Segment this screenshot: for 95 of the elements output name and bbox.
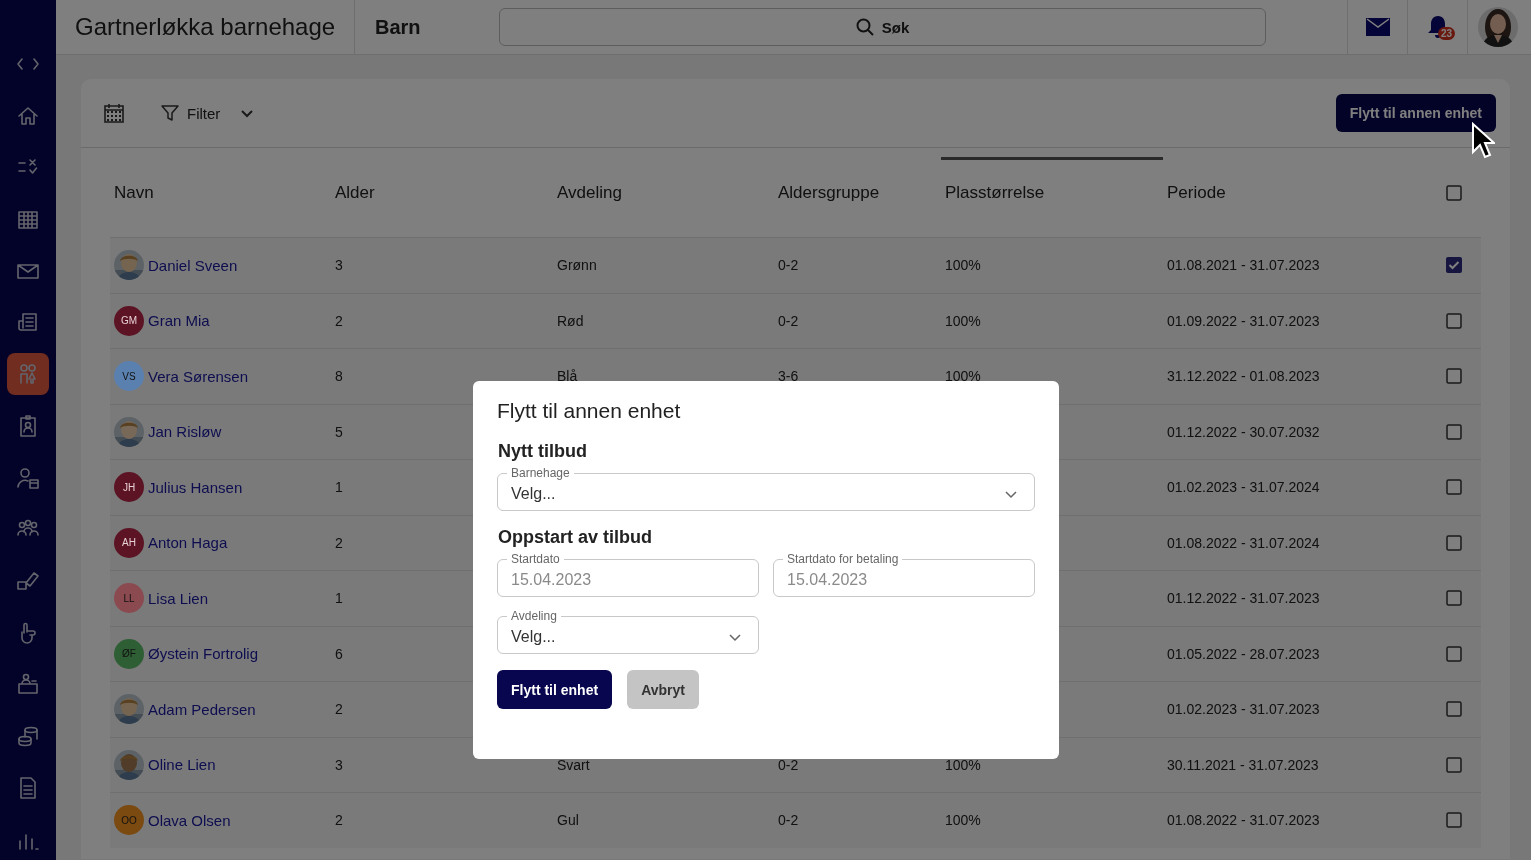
checkbox[interactable]: [1446, 701, 1462, 718]
sidebar-item[interactable]: [7, 353, 49, 396]
table-cell-text: 01.02.2023 - 31.07.2024: [1166, 479, 1321, 496]
search-field[interactable]: Søk: [499, 8, 1266, 46]
column-header[interactable]: Navn: [110, 148, 331, 237]
select-field[interactable]: Barnehage Velg...: [497, 466, 1035, 511]
person-calendar-icon[interactable]: [16, 465, 40, 490]
mail-icon[interactable]: [1365, 18, 1390, 36]
initials-avatar: AH: [114, 527, 144, 558]
checkbox[interactable]: [1446, 479, 1462, 496]
child-name-link[interactable]: Gran Mia: [148, 312, 210, 330]
child-name-link[interactable]: Øystein Fortrolig: [148, 645, 259, 663]
checkbox[interactable]: [1446, 534, 1462, 551]
select-field[interactable]: Avdeling Velg...: [497, 609, 759, 654]
table-cell-text: 01.08.2022 - 31.07.2024: [1166, 534, 1321, 551]
cancel-button[interactable]: Avbryt: [627, 670, 699, 709]
table-cell-text: 1: [334, 479, 344, 496]
search-icon: [855, 18, 874, 36]
section-heading: Nytt tilbud: [498, 441, 588, 462]
table-cell-text: 2: [334, 312, 344, 329]
child-name-link[interactable]: Anton Haga: [148, 534, 228, 552]
checkbox[interactable]: [1446, 812, 1462, 829]
checkbox[interactable]: [1446, 756, 1462, 773]
table-cell-text: 31.12.2022 - 01.08.2023: [1166, 368, 1321, 385]
table-cell-text: Rød: [556, 312, 585, 329]
child-name-link[interactable]: Jan Risløw: [148, 423, 222, 441]
column-header[interactable]: Plasstørrelse: [941, 156, 1163, 226]
table-cell-text: 100%: [944, 756, 982, 773]
table-cell-text: 2: [334, 701, 344, 718]
table-cell-text: Svart: [556, 756, 591, 773]
filter-icon: [161, 104, 179, 122]
checkbox[interactable]: [1446, 368, 1462, 385]
checkbox[interactable]: [1446, 590, 1462, 607]
table-cell-text: 0-2: [777, 257, 800, 274]
checkbox[interactable]: [1446, 645, 1462, 662]
table-cell-text: 0-2: [777, 756, 800, 773]
table-cell-text: 8: [334, 368, 344, 385]
move-unit-button[interactable]: Flytt til annen enhet: [1335, 94, 1496, 132]
child-name-link[interactable]: Daniel Sveen: [148, 256, 238, 274]
child-name-link[interactable]: Olava Olsen: [148, 811, 231, 829]
submit-button[interactable]: Flytt til enhet: [497, 670, 613, 709]
table-cell-text: 100%: [944, 312, 982, 329]
table-cell-text: 01.08.2021 - 31.07.2023: [1166, 257, 1321, 274]
app-title: Gartnerløkka barnehage: [56, 0, 355, 55]
table-cell-text: Blå: [556, 368, 579, 385]
desk-person-icon[interactable]: [16, 672, 40, 697]
table-cell-text: 01.02.2023 - 31.07.2023: [1166, 701, 1321, 718]
checkbox[interactable]: [1446, 312, 1462, 329]
table-cell-text: 2: [334, 812, 344, 829]
child-name-link[interactable]: Adam Pedersen: [148, 700, 256, 718]
table-cell-text: 01.08.2022 - 31.07.2023: [1166, 812, 1321, 829]
calendar-icon[interactable]: [103, 102, 125, 124]
table-cell-text: 30.11.2021 - 31.07.2023: [1166, 756, 1320, 773]
table-cell-text: 01.05.2022 - 28.07.2023: [1166, 645, 1321, 662]
table-cell-text: Grønn: [556, 257, 598, 274]
filter-button[interactable]: Filter: [155, 103, 261, 123]
column-header[interactable]: Avdeling: [553, 148, 774, 237]
table-cell-text: 01.12.2022 - 30.07.2032: [1166, 423, 1321, 440]
table-cell-text: 3: [334, 257, 344, 274]
child-name-link[interactable]: Lisa Lien: [148, 589, 209, 607]
table-cell-text: 01.09.2022 - 31.07.2023: [1166, 312, 1321, 329]
table-cell-text: 3-6: [777, 368, 800, 385]
initials-avatar: ØF: [114, 638, 144, 669]
section-heading: Oppstart av tilbud: [498, 527, 653, 548]
column-header[interactable]: Aldersgruppe: [774, 148, 941, 237]
table-cell-text: 1: [334, 590, 344, 607]
table-cell-text: 100%: [944, 257, 982, 274]
table-cell-text: 6: [334, 645, 344, 662]
initials-avatar: JH: [114, 472, 144, 503]
table-cell-text: 0-2: [777, 812, 800, 829]
checkbox[interactable]: [1446, 423, 1462, 440]
initials-avatar: OO: [114, 805, 144, 836]
child-name-link[interactable]: Oline Lien: [148, 756, 216, 774]
column-header[interactable]: Periode: [1163, 148, 1415, 237]
page-title: Barn: [374, 15, 422, 39]
table-cell-text: 100%: [944, 368, 982, 385]
child-name-link[interactable]: Julius Hansen: [148, 478, 243, 496]
table-cell-text: 01.12.2022 - 31.07.2023: [1166, 590, 1321, 607]
column-header[interactable]: Alder: [331, 148, 553, 237]
table-cell-text: 5: [334, 423, 344, 440]
table-cell-text: 2: [334, 534, 344, 551]
initials-avatar: LL: [114, 583, 144, 614]
initials-avatar: GM: [114, 305, 144, 336]
checkbox[interactable]: [1446, 184, 1462, 201]
notification-badge: 23: [1438, 26, 1456, 40]
search-placeholder: Søk: [881, 18, 910, 36]
dialog-title: Flytt til annen enhet: [497, 399, 682, 423]
table-cell-text: 3: [334, 756, 344, 773]
pointer-icon: [1471, 122, 1495, 160]
checkbox[interactable]: [1446, 257, 1462, 274]
child-name-link[interactable]: Vera Sørensen: [148, 367, 249, 385]
table-cell-text: 100%: [944, 812, 982, 829]
table-cell-text: Gul: [556, 812, 580, 829]
initials-avatar: VS: [114, 361, 144, 392]
table-cell-text: 0-2: [777, 312, 800, 329]
